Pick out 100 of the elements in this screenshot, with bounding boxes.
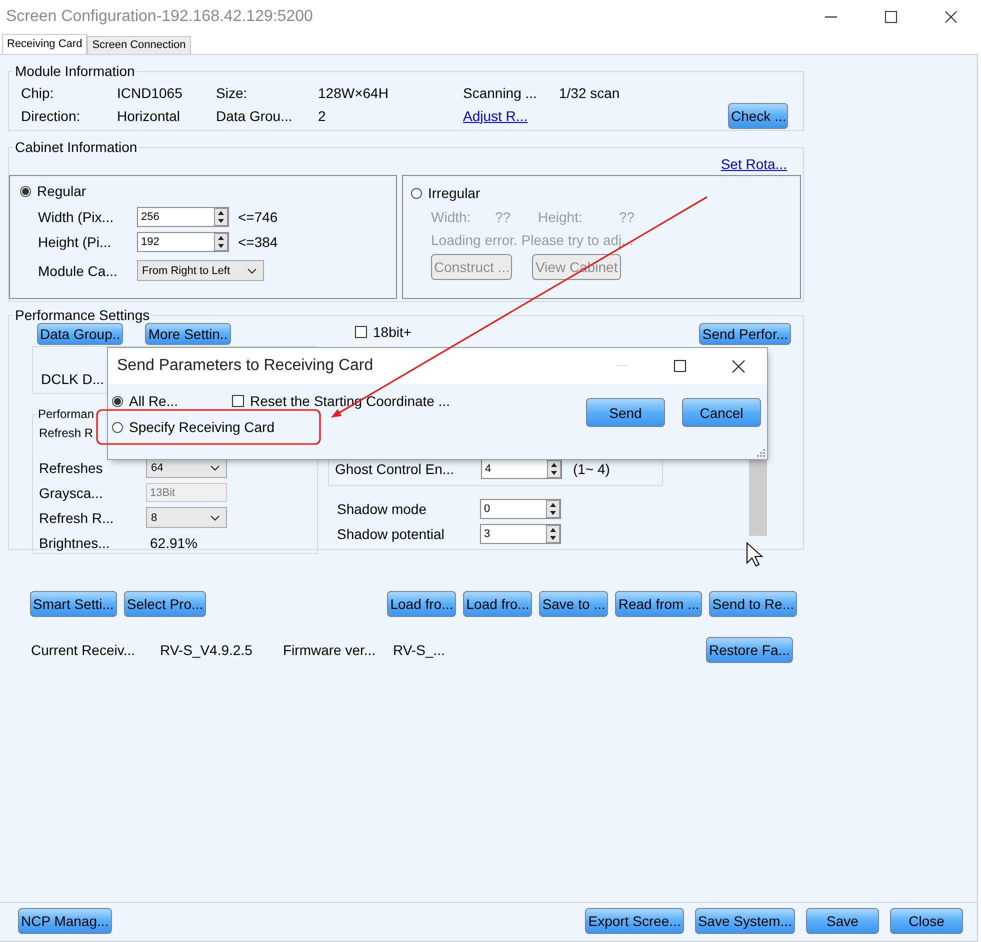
radio-label[interactable]: Regular — [37, 183, 86, 199]
field-label: Refresh R... — [39, 510, 115, 526]
group-title: Performan — [37, 407, 96, 421]
number-field[interactable]: 0 — [480, 498, 561, 518]
minimize-icon — [825, 16, 837, 18]
radio-label[interactable]: Specify Receiving Card — [129, 419, 275, 435]
field-label: Module Ca... — [38, 262, 118, 278]
checkbox[interactable] — [232, 395, 244, 407]
maximize-icon — [885, 11, 897, 23]
field-value: 2 — [318, 108, 327, 124]
button[interactable]: Save to ... — [539, 591, 608, 617]
button[interactable]: Send — [586, 398, 665, 427]
minimize-icon — [616, 365, 628, 367]
field-label: Shadow potential — [337, 526, 446, 542]
dialog-title: Send Parameters to Receiving Card — [117, 357, 374, 375]
field-label: Width (Pix... — [38, 208, 114, 224]
resize-grip-icon — [757, 449, 765, 457]
button[interactable]: Send Perfor... — [699, 323, 791, 345]
radio-button[interactable] — [112, 396, 123, 406]
field-label: Scanning ... — [463, 84, 538, 100]
check-button[interactable]: Check ... — [728, 102, 788, 128]
button[interactable]: Save — [806, 908, 879, 934]
field-label: Chip: — [21, 84, 55, 100]
section-title: Cabinet Information — [14, 139, 138, 155]
field-label: Size: — [216, 84, 248, 100]
radio-label[interactable]: Irregular — [428, 185, 480, 201]
checkbox[interactable] — [355, 326, 367, 338]
radio-button[interactable] — [20, 186, 31, 196]
field-label: Refreshes — [39, 460, 104, 476]
dropdown[interactable]: 8 — [146, 507, 227, 528]
close-icon — [732, 360, 744, 372]
chevron-down-icon — [210, 464, 220, 470]
spin-arrows-icon — [546, 500, 560, 518]
field-label: Data Grou... — [216, 108, 294, 124]
range-text: (1~ 4) — [573, 461, 610, 477]
field-value: 128W×64H — [318, 84, 390, 100]
number-field[interactable]: 4 — [481, 459, 562, 479]
close-icon — [945, 11, 957, 23]
button[interactable]: Save System... — [694, 908, 795, 934]
field-label: Graysca... — [39, 484, 104, 500]
status-message: Loading error. Please try to adj... — [430, 232, 634, 250]
field-label: Direction: — [21, 108, 82, 124]
button[interactable]: Send to Re... — [709, 591, 797, 617]
limit-text: <=746 — [238, 208, 278, 224]
number-field[interactable]: 192 — [137, 232, 229, 252]
tab[interactable]: Screen Connection — [87, 36, 191, 54]
link[interactable]: Set Rota... — [720, 156, 787, 172]
link[interactable]: Adjust R... — [463, 108, 559, 124]
tab[interactable]: Receiving Card — [2, 34, 88, 54]
limit-text: <=384 — [238, 234, 278, 250]
button[interactable]: Smart Setti... — [30, 591, 117, 617]
button[interactable]: Read from ... — [615, 591, 702, 617]
text-field[interactable]: 13Bit — [146, 483, 227, 502]
button[interactable]: Close — [890, 908, 963, 934]
chevron-down-icon — [210, 514, 220, 520]
field-label: Refresh R — [39, 426, 94, 440]
field-label: Shadow mode — [337, 500, 428, 516]
button[interactable]: Restore Fa... — [706, 637, 793, 663]
spin-arrows-icon — [547, 460, 561, 478]
spin-arrows-icon — [214, 232, 228, 250]
field-label: Current Receiv... — [31, 642, 136, 658]
button[interactable]: NCP Manag... — [18, 908, 112, 934]
button[interactable]: Load fro... — [387, 591, 456, 617]
field-label: Height: — [538, 209, 584, 225]
chevron-down-icon — [247, 268, 257, 274]
field-label: Width: — [431, 209, 472, 225]
checkbox-label[interactable]: 18bit+ — [373, 324, 412, 340]
radio-label[interactable]: All Re... — [129, 393, 178, 409]
field-label: Ghost Control En... — [335, 461, 456, 477]
window-title: Screen Configuration-192.168.42.129:5200 — [6, 8, 314, 26]
button[interactable]: Load fro... — [463, 591, 532, 617]
spin-arrows-icon — [546, 524, 560, 542]
field-value: 62.91% — [149, 534, 198, 550]
number-field[interactable]: 256 — [137, 206, 229, 226]
button[interactable]: Export Scree... — [585, 908, 684, 934]
radio-button[interactable] — [112, 422, 123, 432]
field-label: Firmware ver... — [283, 642, 377, 658]
button[interactable]: More Settin.. — [145, 323, 231, 345]
field-value: RV-S_V4.9.2.5 — [160, 642, 254, 658]
checkbox-label[interactable]: Reset the Starting Coordinate ... — [250, 393, 450, 409]
field-label: DCLK D... — [41, 371, 104, 387]
section-title: Performance Settings — [14, 307, 151, 323]
field-label: Brightnes... — [39, 534, 111, 550]
button[interactable]: Data Group.. — [37, 323, 123, 345]
section-title: Module Information — [14, 63, 136, 79]
field-value: ?? — [495, 209, 512, 225]
button[interactable]: Cancel — [682, 398, 761, 427]
spin-arrows-icon — [214, 208, 228, 226]
field-value: RV-S_... — [393, 642, 446, 658]
radio-button[interactable] — [411, 188, 422, 198]
field-value: ?? — [619, 209, 635, 225]
field-value: 1/32 scan — [559, 84, 621, 100]
field-value: ICND1065 — [117, 84, 184, 100]
dropdown[interactable]: From Right to Left — [137, 260, 264, 281]
number-field[interactable]: 3 — [480, 524, 561, 544]
field-label: Height (Pi... — [38, 234, 112, 250]
maximize-icon — [674, 360, 686, 372]
button[interactable]: Select Pro... — [124, 591, 206, 617]
field-value: Horizontal — [117, 108, 182, 124]
cursor-icon — [746, 542, 764, 568]
